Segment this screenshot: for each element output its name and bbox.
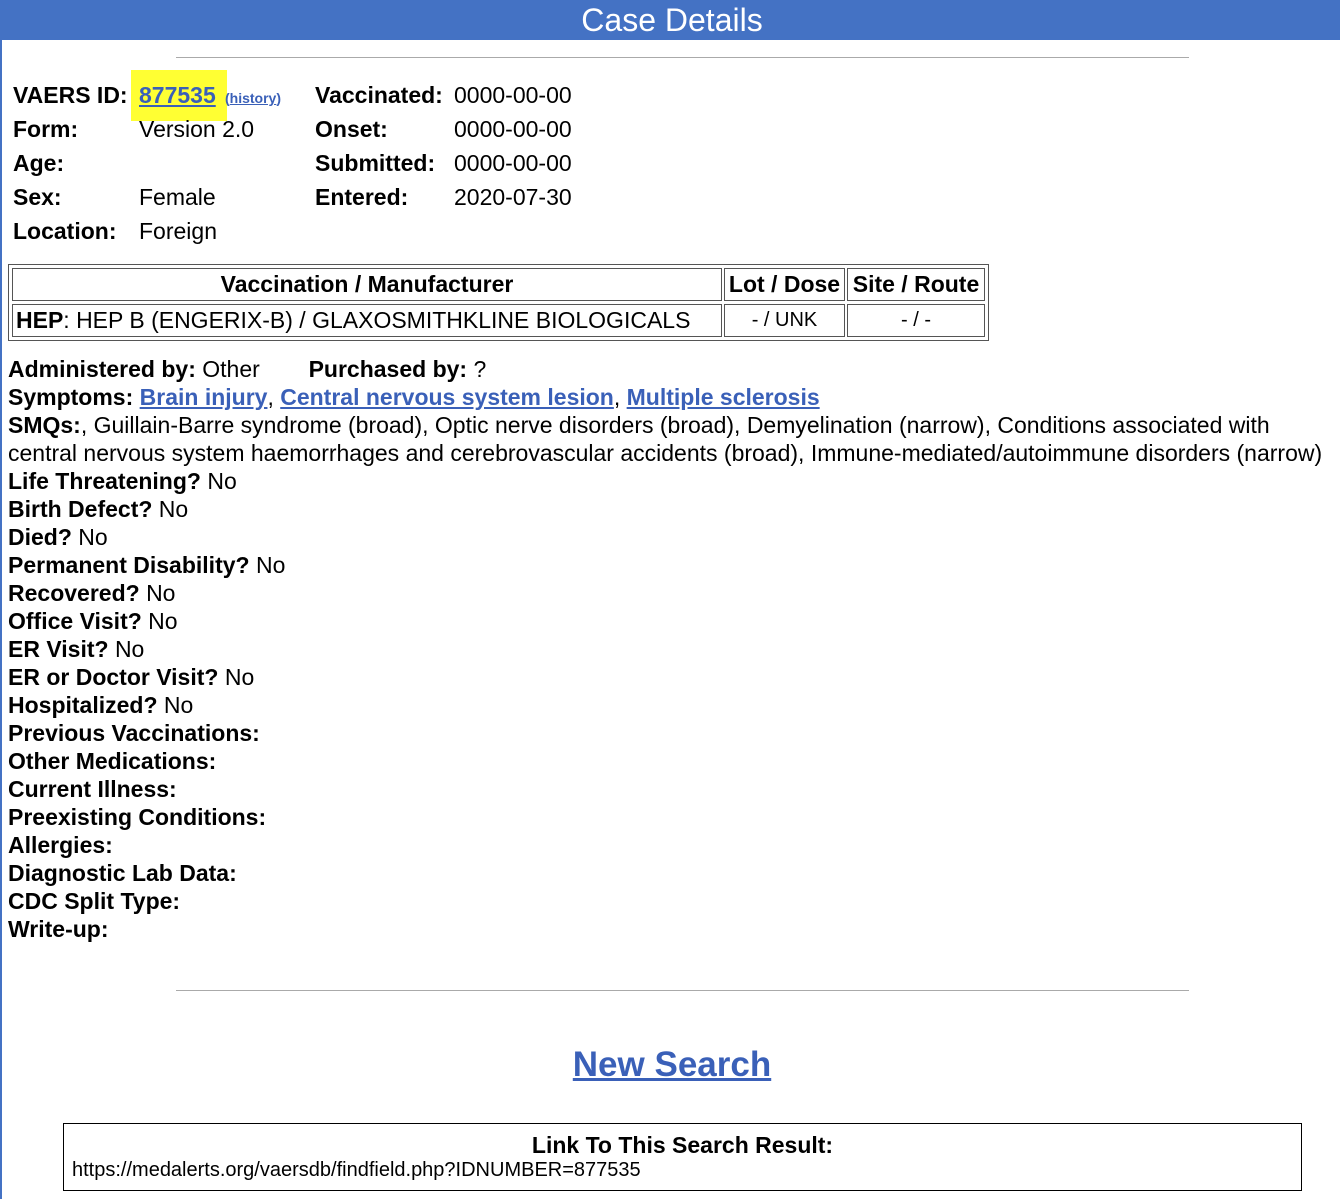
result-url[interactable]: https://medalerts.org/vaersdb/findfield.… xyxy=(72,1159,641,1182)
flag-label: Permanent Disability? xyxy=(8,552,250,578)
flag-row: Recovered? No xyxy=(8,579,1333,607)
smqs-row: SMQs:, Guillain-Barre syndrome (broad), … xyxy=(8,411,1333,467)
new-search-wrap: New Search xyxy=(2,1045,1340,1085)
flag-label: Died? xyxy=(8,524,72,550)
search-result-link-box: Link To This Search Result: https://meda… xyxy=(63,1123,1302,1191)
sex-label: Sex: xyxy=(13,184,62,210)
administered-label: Administered by: xyxy=(8,356,196,382)
vaccination-table: Vaccination / Manufacturer Lot / Dose Si… xyxy=(8,264,989,341)
new-search-link[interactable]: New Search xyxy=(573,1045,771,1084)
flag-row: Hospitalized? No xyxy=(8,691,1333,719)
vaers-id-label: VAERS ID: xyxy=(13,82,128,108)
field-label: Previous Vaccinations: xyxy=(8,720,260,746)
smqs-label: SMQs: xyxy=(8,412,81,438)
vaers-id-link[interactable]: 877535 xyxy=(139,82,216,109)
flag-value: No xyxy=(163,692,194,718)
vaccine-name: : HEP B (ENGERIX-B) / GLAXOSMITHKLINE BI… xyxy=(63,307,691,333)
flag-label: Life Threatening? xyxy=(8,468,201,494)
symptoms-label: Symptoms: xyxy=(8,384,134,410)
flag-value: No xyxy=(114,636,145,662)
flag-value: No xyxy=(78,524,108,550)
flag-row: Permanent Disability? No xyxy=(8,551,1333,579)
vaccinated-value: 0000-00-00 xyxy=(454,82,572,108)
divider-top xyxy=(176,57,1189,58)
field-label: Diagnostic Lab Data: xyxy=(8,860,237,886)
field-label: Other Medications: xyxy=(8,748,217,774)
entered-value: 2020-07-30 xyxy=(454,184,572,210)
flag-value: No xyxy=(224,664,255,690)
form-label: Form: xyxy=(13,116,79,142)
symptom-link[interactable]: Multiple sclerosis xyxy=(627,384,820,410)
flag-label: Hospitalized? xyxy=(8,692,158,718)
flag-value: No xyxy=(148,608,178,634)
table-header: Vaccination / Manufacturer xyxy=(12,268,722,301)
flag-value: No xyxy=(158,496,189,522)
symptoms-row: Symptoms: Brain injury, Central nervous … xyxy=(8,383,1333,411)
table-header: Lot / Dose xyxy=(724,268,845,301)
sex-value: Female xyxy=(139,184,216,210)
table-cell-site-route: - / - xyxy=(847,304,985,337)
case-details: Administered by: Other Purchased by: ? S… xyxy=(8,355,1333,943)
symptom-separator: , xyxy=(613,384,621,410)
symptom-separator: , xyxy=(267,384,274,410)
form-value: Version 2.0 xyxy=(139,116,255,142)
history-link-wrap: (history) xyxy=(225,90,281,106)
onset-value: 0000-00-00 xyxy=(454,116,572,142)
field-label: Allergies: xyxy=(8,832,113,858)
location-label: Location: xyxy=(13,218,117,244)
age-label: Age: xyxy=(13,150,65,176)
table-header: Site / Route xyxy=(847,268,985,301)
table-cell-vaccine: HEP: HEP B (ENGERIX-B) / GLAXOSMITHKLINE… xyxy=(12,304,722,337)
flag-label: Recovered? xyxy=(8,580,140,606)
divider-bottom xyxy=(176,990,1189,991)
smqs-value: , Guillain-Barre syndrome (broad), Optic… xyxy=(8,412,1323,466)
purchased-label: Purchased by: xyxy=(308,356,468,382)
flag-label: ER or Doctor Visit? xyxy=(8,664,219,690)
onset-label: Onset: xyxy=(315,116,388,142)
symptom-link[interactable]: Brain injury xyxy=(140,384,268,410)
flag-value: No xyxy=(207,468,237,494)
submitted-label: Submitted: xyxy=(315,150,436,176)
flag-row: Died? No xyxy=(8,523,1333,551)
administered-value: Other xyxy=(202,356,260,382)
vaccinated-label: Vaccinated: xyxy=(315,82,443,108)
submitted-value: 0000-00-00 xyxy=(454,150,572,176)
flag-row: ER or Doctor Visit? No xyxy=(8,663,1333,691)
flag-row: Life Threatening? No xyxy=(8,467,1333,495)
history-link[interactable]: history xyxy=(230,90,277,106)
history-close: ) xyxy=(276,90,282,106)
link-box-title: Link To This Search Result: xyxy=(531,1132,834,1158)
flag-label: Birth Defect? xyxy=(8,496,153,522)
flag-value: No xyxy=(146,580,176,606)
flag-row: Office Visit? No xyxy=(8,607,1333,635)
flag-value: No xyxy=(255,552,286,578)
administered-row: Administered by: Other Purchased by: ? xyxy=(8,355,1333,383)
page-title: Case Details xyxy=(2,0,1340,40)
location-value: Foreign xyxy=(139,218,217,244)
purchased-value: ? xyxy=(473,356,487,382)
flag-row: Birth Defect? No xyxy=(8,495,1333,523)
field-label: Preexisting Conditions: xyxy=(8,804,267,830)
field-label: Current Illness: xyxy=(8,776,177,802)
table-cell-lot-dose: - / UNK xyxy=(724,304,845,337)
flag-row: ER Visit? No xyxy=(8,635,1333,663)
field-label: CDC Split Type: xyxy=(8,888,181,914)
vaccine-code: HEP xyxy=(16,307,64,333)
flag-label: Office Visit? xyxy=(8,608,142,634)
entered-label: Entered: xyxy=(315,184,409,210)
symptom-link[interactable]: Central nervous system lesion xyxy=(280,384,614,410)
flag-label: ER Visit? xyxy=(8,636,109,662)
field-label: Write-up: xyxy=(8,916,109,942)
